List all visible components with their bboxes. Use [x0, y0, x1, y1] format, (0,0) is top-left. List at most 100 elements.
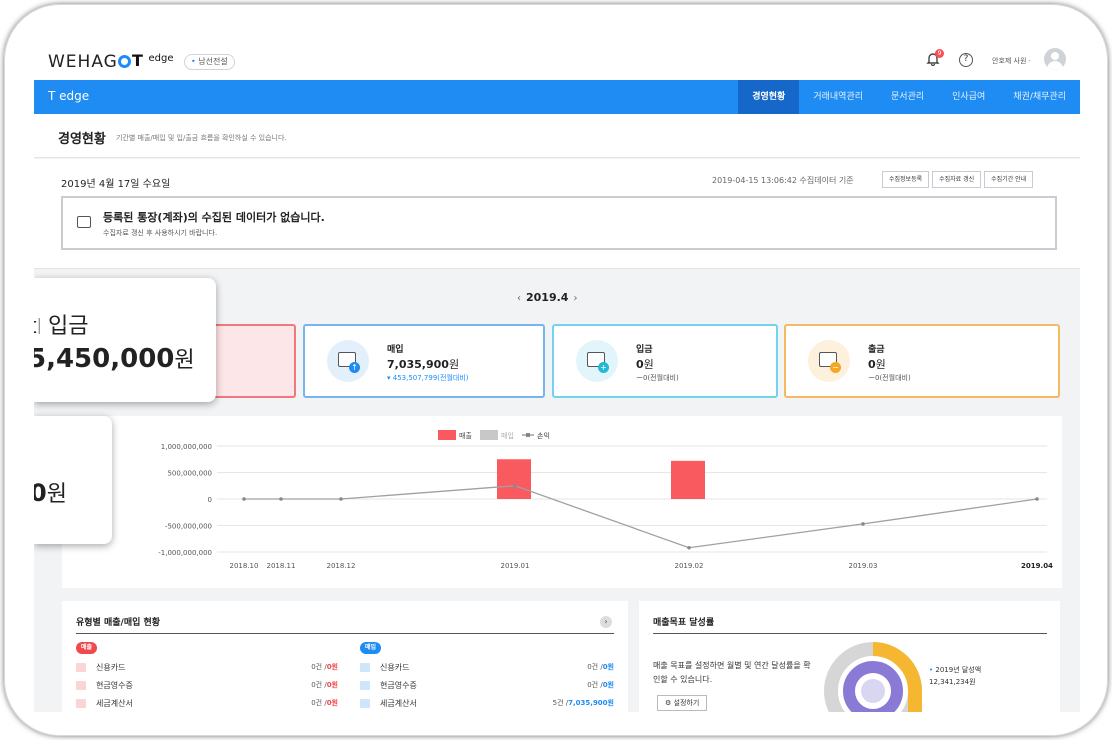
invoice-icon	[360, 699, 370, 708]
x-tick-label: 2018.10	[230, 562, 259, 570]
top-bar: WEHAG T edge • 남선전설 9 ? 안호제 사원 ·	[34, 38, 1080, 80]
notification-badge: 9	[935, 49, 944, 58]
legend-swatch	[526, 433, 530, 437]
card-value: 0원	[636, 358, 654, 371]
line-point	[687, 545, 691, 550]
trend-chart: 1,000,000,000 500,000,000 0 -500,000,000 -1,…	[62, 416, 1062, 588]
line-point	[513, 483, 517, 488]
receipt-icon	[360, 681, 370, 690]
x-tick-label: 2019.02	[675, 562, 704, 570]
panel-title: 유형별 매출/매입 현황	[76, 618, 161, 628]
bar-sales	[497, 459, 531, 499]
purchase-card[interactable]: ↑ 매입 7,035,900원 ▾ 453,507,799(전월대비)	[303, 324, 545, 398]
card-value: 7,035,900원	[387, 358, 460, 371]
list-item[interactable]: 현금영수증 0건 /0원	[360, 679, 614, 695]
deposit-card[interactable]: + 입금 0원 ー0(전월대비)	[552, 324, 778, 398]
sales-tag: 매출	[76, 642, 98, 654]
notice-box: 등록된 통장(계좌)의 수집된 데이터가 없습니다. 수집자료 갱신 후 사용하…	[61, 196, 1057, 250]
notice-title: 등록된 통장(계좌)의 수집된 데이터가 없습니다.	[103, 211, 325, 224]
legend-label: 매출	[459, 431, 472, 440]
gear-icon: ⚙	[665, 699, 672, 707]
tab-dashboard[interactable]: 경영현황	[738, 80, 800, 114]
card-delta: ー0(전월대비)	[868, 374, 911, 382]
set-goal-button[interactable]: ⚙ 설정하기	[657, 695, 708, 711]
panel-title: 매출목표 달성률	[653, 618, 715, 628]
notice-subtitle: 수집자료 갱신 후 사용하시기 바랍니다.	[103, 229, 218, 237]
legend-label: 매입	[501, 432, 514, 440]
purchase-tag: 매입	[360, 642, 382, 654]
y-tick-label: -500,000,000	[165, 523, 212, 531]
tab-transactions[interactable]: 거래내역관리	[799, 80, 877, 114]
line-point	[242, 497, 246, 501]
credit-card-icon	[360, 663, 370, 672]
company-selector[interactable]: • 남선전설	[184, 54, 235, 70]
invoice-icon	[76, 699, 86, 708]
list-item[interactable]: 현금영수증 0건 /0원	[76, 679, 338, 695]
legend-label: 손익	[537, 432, 550, 440]
goal-panel: 매출목표 달성률 매출 목표를 설정하면 월별 및 연간 달성률을 확인할 수 …	[639, 601, 1060, 712]
x-tick-label: 2018.12	[327, 562, 356, 570]
x-tick-label: 2019.04	[1021, 562, 1053, 570]
y-tick-label: 500,000,000	[167, 470, 212, 478]
card-delta: ▾ 453,507,799(전월대비)	[387, 374, 469, 382]
device-frame: WEHAG T edge • 남선전설 9 ? 안호제 사원 · T edge …	[4, 4, 1108, 736]
list-item[interactable]: 세금계산서 5건 /7,035,900원	[360, 697, 614, 712]
line-point	[861, 522, 865, 526]
x-tick-label: 2019.03	[849, 562, 878, 570]
list-item[interactable]: 신용카드 0건 /0원	[76, 661, 338, 677]
main-nav: T edge 경영현황 거래내역관리 문서관리 인사급여 채권/채무관리	[34, 80, 1080, 114]
x-tick-label: 2018.11	[267, 562, 296, 570]
period-selector: ‹ 2019.4 ›	[512, 291, 582, 304]
card-value: 0원	[868, 358, 886, 371]
help-icon[interactable]: ?	[959, 53, 973, 67]
collect-info: 2019-04-15 13:06:42 수집데이터 기준	[712, 176, 854, 185]
period-label: 2019.4	[526, 291, 569, 304]
next-month-button[interactable]: ›	[568, 293, 582, 304]
goal-donut-chart	[824, 642, 922, 712]
tab-receivables[interactable]: 채권/채무관리	[999, 80, 1080, 114]
register-collect-button[interactable]: 수집정보등록	[882, 171, 930, 188]
app-screen: WEHAG T edge • 남선전설 9 ? 안호제 사원 · T edge …	[34, 38, 1080, 712]
y-tick-label: 1,000,000,000	[161, 443, 212, 451]
credit-card-icon	[76, 663, 86, 672]
line-point	[339, 497, 343, 501]
legend-swatch	[480, 430, 498, 440]
divider	[653, 633, 1047, 634]
date-section: 2019년 4월 17일 수요일 2019-04-15 13:06:42 수집데…	[34, 159, 1080, 269]
card-label: 입금	[636, 345, 653, 355]
current-date: 2019년 4월 17일 수요일	[61, 179, 171, 190]
card-delta: ー0(전월대비)	[636, 374, 679, 382]
page-header: 경영현황 기간별 매출/매입 및 입/출금 흐름을 확인하실 수 있습니다.	[34, 114, 1080, 158]
by-type-panel: 유형별 매출/매입 현황 › 매출 매입 신용카드 0건 /0원 현금영수증 0…	[62, 601, 628, 712]
zoom-value: 0	[34, 479, 47, 507]
tab-documents[interactable]: 문서관리	[877, 80, 938, 114]
deposit-icon: +	[576, 340, 618, 382]
receipt-icon	[76, 681, 86, 690]
line-point	[1035, 497, 1039, 501]
line-point	[279, 497, 283, 501]
purchase-icon: ↑	[327, 340, 369, 382]
page-title: 경영현황	[58, 132, 106, 147]
tab-hr-payroll[interactable]: 인사급여	[938, 80, 999, 114]
zoom-callout-deposit: t|입금 5,450,000원	[34, 278, 216, 402]
withdrawal-card[interactable]: − 출금 0원 ー0(전월대비)	[784, 324, 1060, 398]
bar-sales	[671, 460, 705, 499]
zoom-callout-withdrawal: 0원	[34, 416, 112, 544]
y-tick-label: 0	[208, 496, 212, 504]
collect-period-button[interactable]: 수집기간 안내	[984, 171, 1034, 188]
tedge-logo: T edge	[132, 51, 174, 70]
user-name[interactable]: 안호제 사원 ·	[992, 56, 1031, 66]
x-tick-label: 2019.01	[501, 562, 530, 570]
y-tick-label: -1,000,000,000	[158, 549, 212, 557]
prev-month-button[interactable]: ‹	[512, 293, 526, 304]
withdrawal-icon: −	[808, 340, 850, 382]
wehago-logo[interactable]: WEHAG	[48, 52, 131, 72]
series-line-profit	[244, 485, 1038, 549]
more-button[interactable]: ›	[600, 616, 612, 628]
avatar[interactable]	[1044, 48, 1066, 70]
nav-title: T edge	[48, 89, 90, 103]
legend-swatch	[438, 430, 456, 440]
list-item[interactable]: 세금계산서 0건 /0원	[76, 697, 338, 712]
refresh-collect-button[interactable]: 수집자료 갱신	[932, 171, 982, 188]
list-item[interactable]: 신용카드 0건 /0원	[360, 661, 614, 677]
